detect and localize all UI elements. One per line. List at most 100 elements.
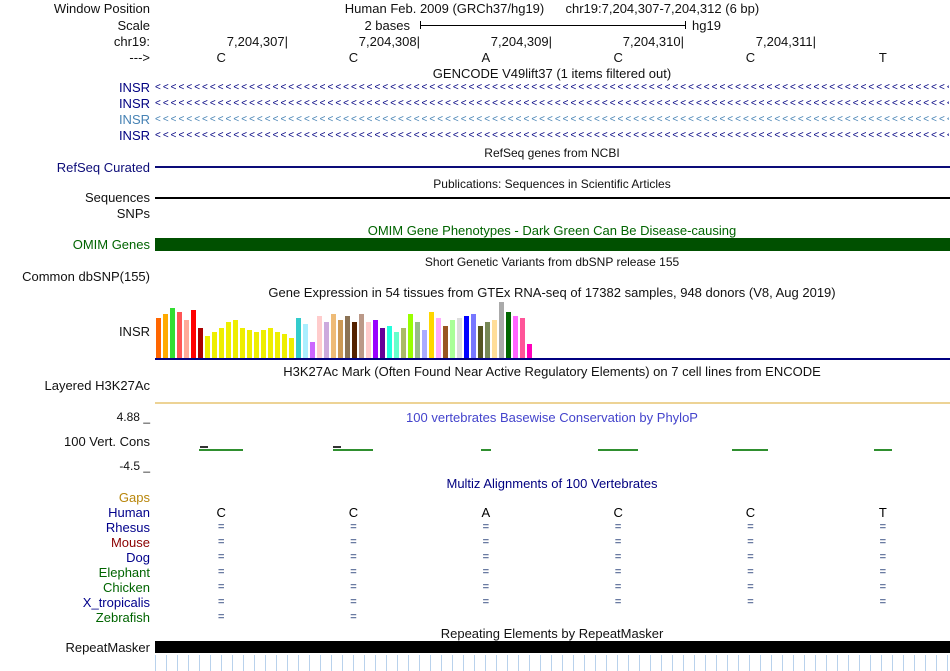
alignment-row-zebrafish[interactable]: == — [155, 610, 949, 625]
transcript-intron-arrows[interactable]: <<<<<<<<<<<<<<<<<<<<<<<<<<<<<<<<<<<<<<<<… — [155, 96, 949, 112]
snps-label[interactable]: SNPs — [0, 206, 150, 221]
gtex-tissue-bar[interactable] — [310, 342, 315, 358]
gtex-tissue-bar[interactable] — [268, 328, 273, 358]
gtex-tissue-bar[interactable] — [240, 328, 245, 358]
multiz-track[interactable]: GapsHuman CCACCT Rhesus ====== Mouse ====== Do… — [0, 490, 950, 626]
gtex-tissue-bar[interactable] — [317, 316, 322, 358]
refseq-track-title[interactable]: RefSeq genes from NCBI — [155, 146, 949, 161]
gtex-tissue-bar[interactable] — [492, 320, 497, 358]
gtex-tissue-bar[interactable] — [170, 308, 175, 358]
h3k27ac-signal-line[interactable] — [155, 402, 950, 404]
alignment-row-human[interactable]: CCACCT — [155, 505, 949, 520]
omim-track-title[interactable]: OMIM Gene Phenotypes - Dark Green Can Be… — [155, 223, 949, 238]
gtex-track-title[interactable]: Gene Expression in 54 tissues from GTEx … — [155, 285, 949, 300]
species-label-gaps[interactable]: Gaps — [0, 490, 150, 505]
gtex-tissue-bar[interactable] — [226, 322, 231, 358]
gtex-tissue-bar[interactable] — [296, 318, 301, 358]
alignment-row-elephant[interactable]: ====== — [155, 565, 949, 580]
gtex-tissue-bar[interactable] — [282, 334, 287, 358]
species-label-dog[interactable]: Dog — [0, 550, 150, 565]
species-label-chicken[interactable]: Chicken — [0, 580, 150, 595]
gtex-tissue-bar[interactable] — [331, 314, 336, 358]
gtex-gene-label[interactable]: INSR — [0, 324, 150, 339]
species-label-mouse[interactable]: Mouse — [0, 535, 150, 550]
species-label-elephant[interactable]: Elephant — [0, 565, 150, 580]
alignment-row-dog[interactable]: ====== — [155, 550, 949, 565]
gene-label-insr-4[interactable]: INSR — [0, 128, 150, 143]
repeatmasker-bar[interactable] — [155, 641, 950, 653]
phylop-marks[interactable] — [155, 448, 949, 452]
gtex-tissue-bar[interactable] — [198, 328, 203, 358]
multiz-track-title[interactable]: Multiz Alignments of 100 Vertebrates — [155, 476, 949, 491]
publications-track-title[interactable]: Publications: Sequences in Scientific Ar… — [155, 177, 949, 192]
gtex-tissue-bar[interactable] — [212, 332, 217, 358]
dbsnp-track-title[interactable]: Short Genetic Variants from dbSNP releas… — [155, 255, 949, 270]
gene-label-insr-1[interactable]: INSR — [0, 80, 150, 95]
gtex-tissue-bar[interactable] — [205, 336, 210, 358]
transcript-intron-arrows[interactable]: <<<<<<<<<<<<<<<<<<<<<<<<<<<<<<<<<<<<<<<<… — [155, 112, 949, 128]
omim-genes-label[interactable]: OMIM Genes — [0, 237, 150, 252]
gtex-tissue-bar[interactable] — [177, 312, 182, 358]
gtex-tissue-bar[interactable] — [289, 338, 294, 358]
alignment-row-gaps[interactable] — [155, 490, 949, 505]
gtex-tissue-bar[interactable] — [352, 322, 357, 358]
gtex-tissue-bar[interactable] — [156, 318, 161, 358]
gencode-track-title[interactable]: GENCODE V49lift37 (1 items filtered out) — [155, 66, 949, 81]
gtex-tissue-bar[interactable] — [275, 332, 280, 358]
species-label-x_tropicalis[interactable]: X_tropicalis — [0, 595, 150, 610]
gtex-tissue-bar[interactable] — [520, 318, 525, 358]
phylop-track-title[interactable]: 100 vertebrates Basewise Conservation by… — [155, 410, 949, 425]
gtex-tissue-bar[interactable] — [163, 314, 168, 358]
gtex-tissue-bar[interactable] — [422, 330, 427, 358]
repeatmasker-track-title[interactable]: Repeating Elements by RepeatMasker — [155, 626, 949, 641]
alignment-row-rhesus[interactable]: ====== — [155, 520, 949, 535]
gene-label-insr-3[interactable]: INSR — [0, 112, 150, 127]
gtex-tissue-bar[interactable] — [499, 302, 504, 358]
h3k27ac-label[interactable]: Layered H3K27Ac — [0, 378, 150, 393]
gtex-tissue-bar[interactable] — [485, 322, 490, 358]
gtex-tissue-bar[interactable] — [387, 326, 392, 358]
gtex-baseline[interactable] — [155, 358, 950, 360]
gtex-tissue-bar[interactable] — [408, 314, 413, 358]
repeatmasker-label[interactable]: RepeatMasker — [0, 640, 150, 655]
transcript-intron-arrows[interactable]: <<<<<<<<<<<<<<<<<<<<<<<<<<<<<<<<<<<<<<<<… — [155, 128, 949, 144]
common-dbsnp-label[interactable]: Common dbSNP(155) — [0, 269, 150, 284]
gtex-tissue-bar[interactable] — [394, 332, 399, 358]
gtex-tissue-bar[interactable] — [233, 320, 238, 358]
omim-gene-bar[interactable] — [155, 238, 950, 251]
gtex-tissue-bar[interactable] — [359, 314, 364, 358]
alignment-row-chicken[interactable]: ====== — [155, 580, 949, 595]
gene-label-insr-2[interactable]: INSR — [0, 96, 150, 111]
transcript-intron-arrows[interactable]: <<<<<<<<<<<<<<<<<<<<<<<<<<<<<<<<<<<<<<<<… — [155, 80, 949, 96]
gtex-tissue-bar[interactable] — [345, 316, 350, 358]
gtex-tissue-bar[interactable] — [261, 330, 266, 358]
publications-sequence-line[interactable] — [155, 197, 950, 199]
gtex-tissue-bar[interactable] — [429, 312, 434, 358]
species-label-rhesus[interactable]: Rhesus — [0, 520, 150, 535]
gtex-tissue-bar[interactable] — [303, 324, 308, 358]
gtex-tissue-bar[interactable] — [450, 320, 455, 358]
gtex-tissue-bar[interactable] — [338, 320, 343, 358]
gtex-tissue-bar[interactable] — [191, 310, 196, 358]
gtex-tissue-bar[interactable] — [219, 328, 224, 358]
gtex-tissue-bar[interactable] — [443, 326, 448, 358]
gtex-tissue-bar[interactable] — [527, 344, 532, 358]
gtex-tissue-bar[interactable] — [464, 316, 469, 358]
gtex-tissue-bar[interactable] — [380, 328, 385, 358]
refseq-curated-label[interactable]: RefSeq Curated — [0, 160, 150, 175]
h3k27ac-track-title[interactable]: H3K27Ac Mark (Often Found Near Active Re… — [155, 364, 949, 379]
gtex-tissue-bar[interactable] — [415, 322, 420, 358]
gtex-bars[interactable] — [156, 302, 532, 358]
species-label-human[interactable]: Human — [0, 505, 150, 520]
gtex-tissue-bar[interactable] — [373, 320, 378, 358]
gtex-tissue-bar[interactable] — [478, 326, 483, 358]
gtex-tissue-bar[interactable] — [513, 316, 518, 358]
gtex-tissue-bar[interactable] — [506, 312, 511, 358]
gtex-tissue-bar[interactable] — [436, 318, 441, 358]
alignment-row-x_tropicalis[interactable]: ====== — [155, 595, 949, 610]
species-label-zebrafish[interactable]: Zebrafish — [0, 610, 150, 625]
alignment-row-mouse[interactable]: ====== — [155, 535, 949, 550]
gtex-tissue-bar[interactable] — [324, 322, 329, 358]
refseq-gene-line[interactable] — [155, 166, 950, 168]
sequences-label[interactable]: Sequences — [0, 190, 150, 205]
